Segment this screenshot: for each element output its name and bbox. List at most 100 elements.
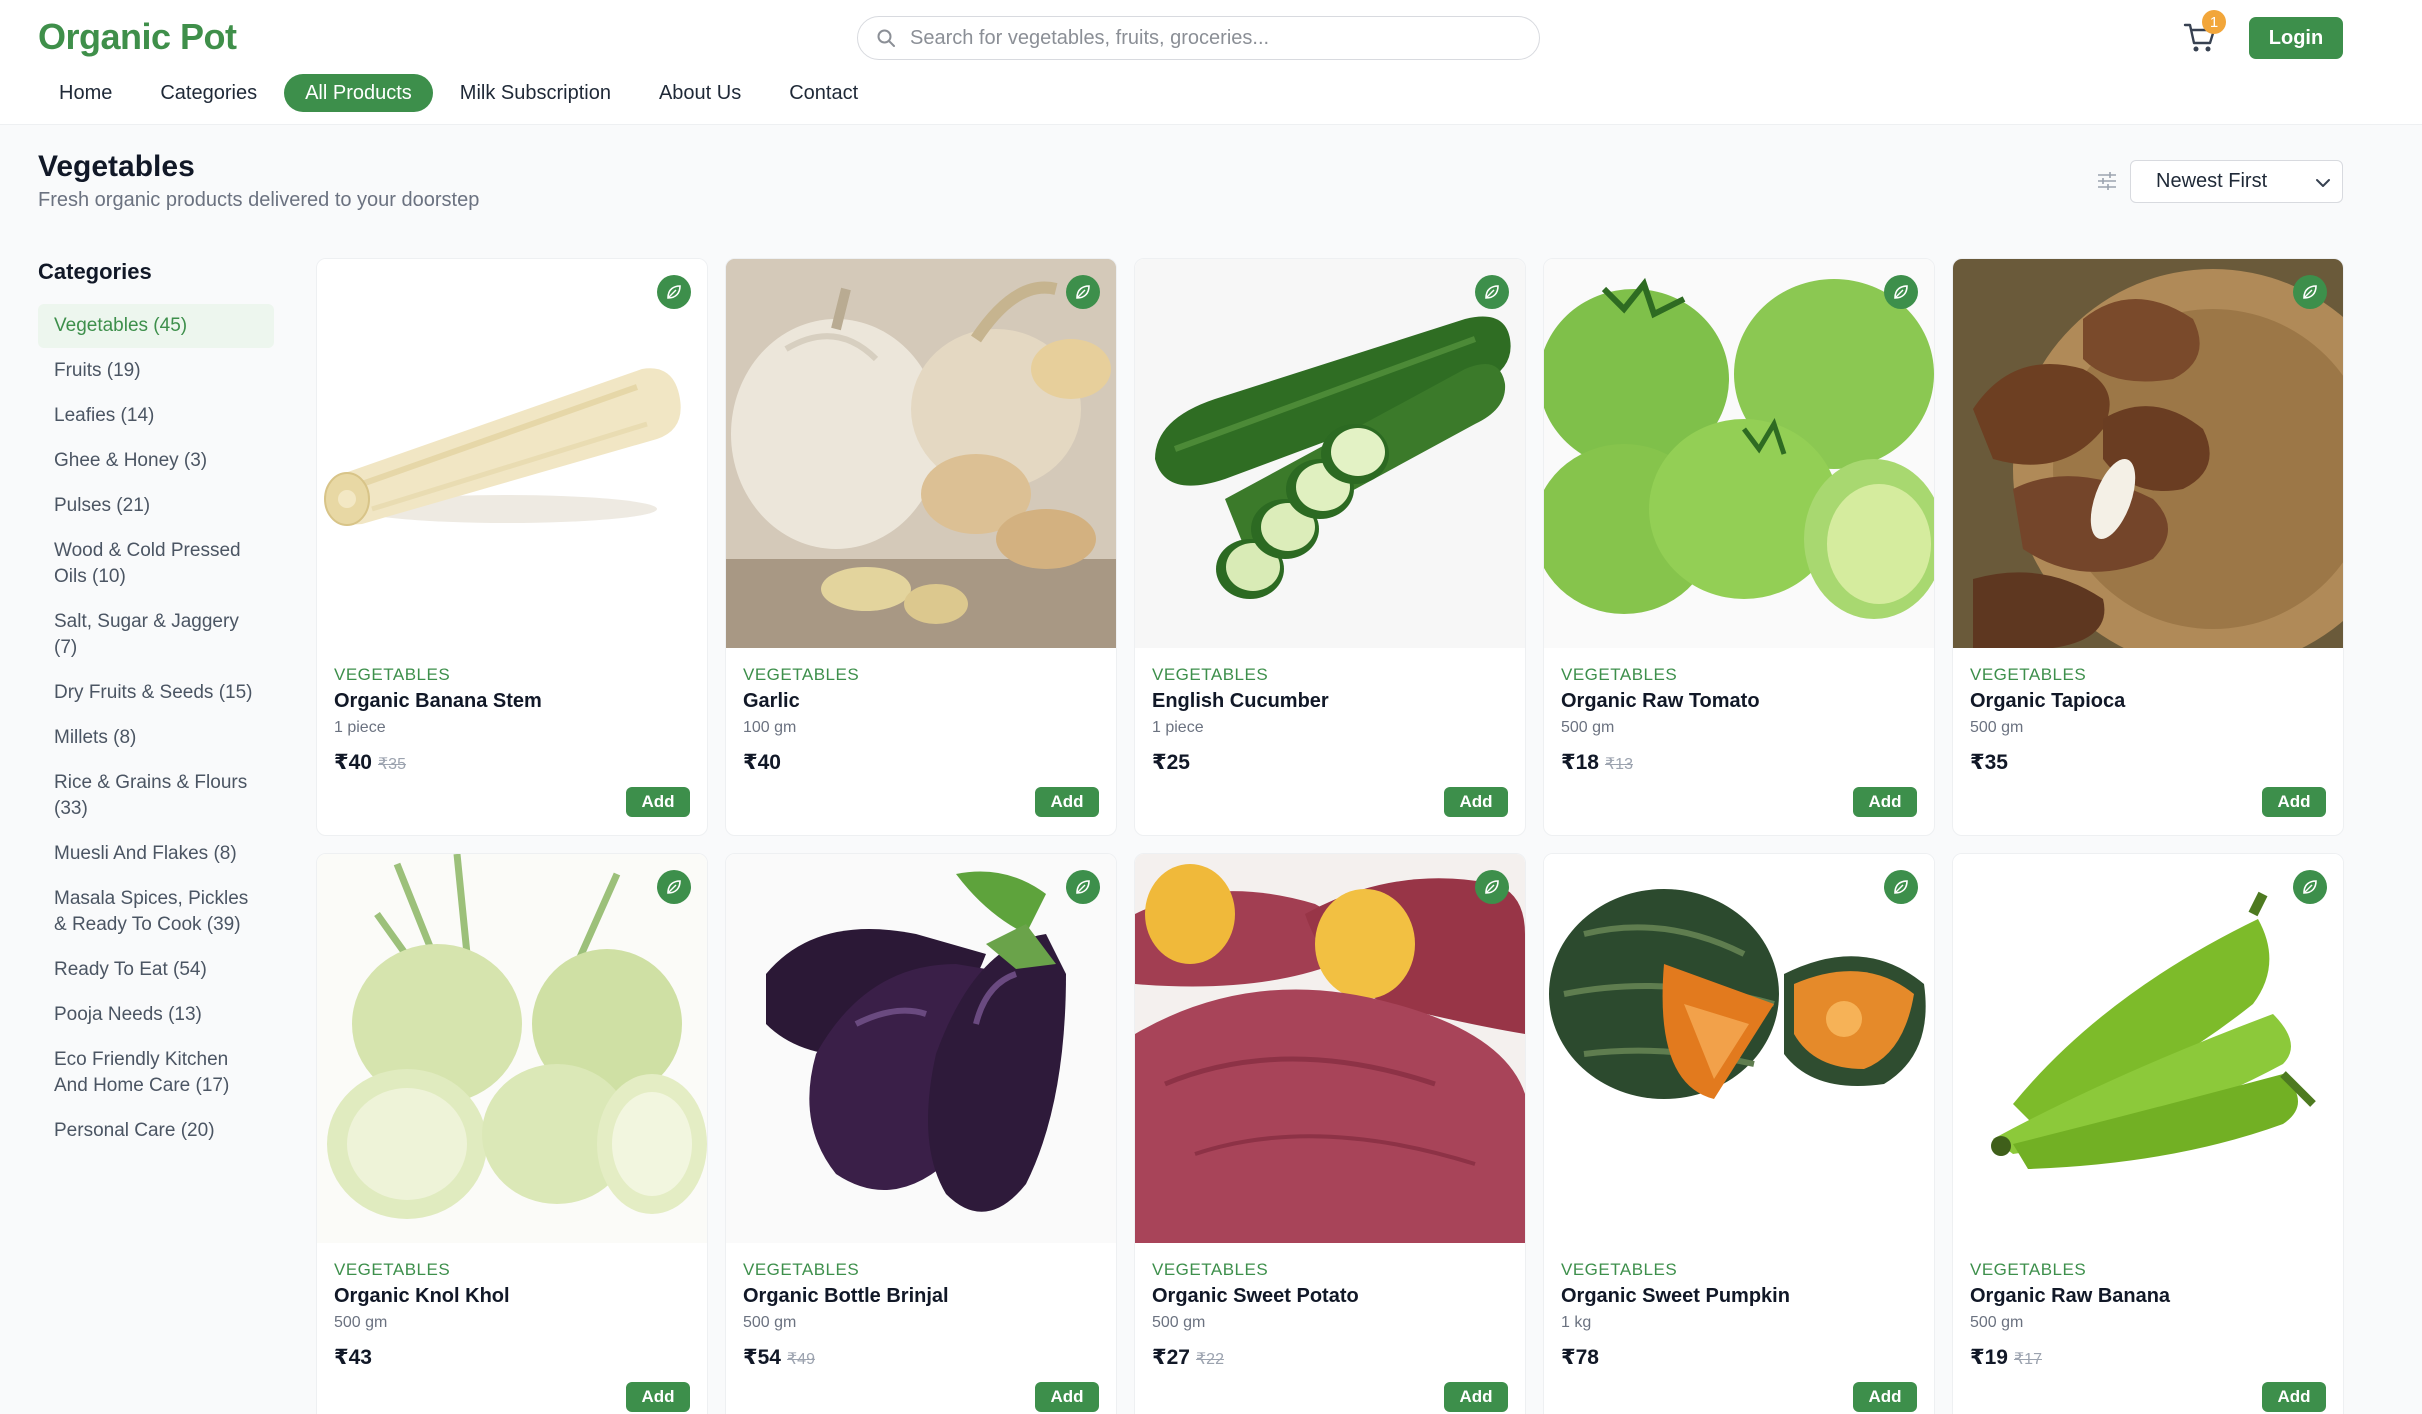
product-category: VEGETABLES [743, 665, 860, 684]
product-card[interactable]: VEGETABLES Organic Banana Stem 1 piece ₹… [316, 258, 708, 836]
sale-price: ₹43 [334, 1346, 372, 1369]
product-name[interactable]: Organic Banana Stem [334, 690, 542, 713]
category-item[interactable]: Salt, Sugar & Jaggery (7) [38, 600, 274, 670]
add-to-cart-button[interactable]: Add [2262, 1382, 2326, 1412]
category-item[interactable]: Personal Care (20) [38, 1109, 274, 1153]
category-item[interactable]: Dry Fruits & Seeds (15) [38, 671, 274, 715]
product-name[interactable]: Organic Raw Tomato [1561, 690, 1760, 713]
product-category: VEGETABLES [334, 665, 451, 684]
category-item[interactable]: Vegetables (45) [38, 304, 274, 348]
organic-leaf-icon [657, 275, 691, 309]
product-price: ₹78 [1561, 1345, 1605, 1370]
product-price: ₹19 ₹17 [1970, 1345, 2042, 1370]
product-image-tapioca[interactable] [1953, 259, 2343, 648]
main-nav: Home Categories All Products Milk Subscr… [38, 74, 885, 112]
logo[interactable]: Organic Pot [38, 16, 237, 58]
category-item[interactable]: Pulses (21) [38, 484, 274, 528]
product-card[interactable]: VEGETABLES Organic Bottle Brinjal 500 gm… [725, 853, 1117, 1414]
category-item[interactable]: Pooja Needs (13) [38, 993, 274, 1037]
add-to-cart-button[interactable]: Add [1444, 787, 1508, 817]
sale-price: ₹18 [1561, 751, 1599, 774]
category-item[interactable]: Muesli And Flakes (8) [38, 832, 274, 876]
product-card[interactable]: VEGETABLES Organic Tapioca 500 gm ₹35 Ad… [1952, 258, 2344, 836]
login-button[interactable]: Login [2249, 17, 2343, 59]
category-item[interactable]: Ready To Eat (54) [38, 948, 274, 992]
original-price: ₹22 [1195, 1351, 1224, 1368]
product-name[interactable]: Organic Sweet Potato [1152, 1285, 1359, 1308]
product-name[interactable]: English Cucumber [1152, 690, 1329, 713]
organic-leaf-icon [1884, 870, 1918, 904]
search-input[interactable] [910, 26, 1510, 50]
add-to-cart-button[interactable]: Add [1444, 1382, 1508, 1412]
nav-home[interactable]: Home [38, 74, 133, 112]
product-price: ₹35 [1970, 750, 2014, 775]
add-to-cart-button[interactable]: Add [1035, 787, 1099, 817]
add-to-cart-button[interactable]: Add [1853, 787, 1917, 817]
product-card[interactable]: VEGETABLES Garlic 100 gm ₹40 Add [725, 258, 1117, 836]
product-category: VEGETABLES [1970, 1260, 2087, 1279]
product-category: VEGETABLES [334, 1260, 451, 1279]
nav-milk-subscription[interactable]: Milk Subscription [439, 74, 632, 112]
nav-about-us[interactable]: About Us [638, 74, 762, 112]
product-price: ₹40 [743, 750, 787, 775]
add-to-cart-button[interactable]: Add [626, 787, 690, 817]
category-item[interactable]: Fruits (19) [38, 349, 274, 393]
product-name[interactable]: Organic Knol Khol [334, 1285, 510, 1308]
category-item[interactable]: Ghee & Honey (3) [38, 439, 274, 483]
product-quantity: 1 piece [1152, 719, 1204, 736]
product-name[interactable]: Garlic [743, 690, 800, 713]
product-image-raw-tomato[interactable] [1544, 259, 1934, 648]
product-card[interactable]: VEGETABLES Organic Sweet Potato 500 gm ₹… [1134, 853, 1526, 1414]
organic-leaf-icon [1475, 275, 1509, 309]
product-image-pumpkin[interactable] [1544, 854, 1934, 1243]
add-to-cart-button[interactable]: Add [1853, 1382, 1917, 1412]
product-card[interactable]: VEGETABLES Organic Knol Khol 500 gm ₹43 … [316, 853, 708, 1414]
search-bar[interactable] [857, 16, 1540, 60]
product-category: VEGETABLES [1152, 665, 1269, 684]
sale-price: ₹40 [334, 751, 372, 774]
product-image-cucumber[interactable] [1135, 259, 1525, 648]
product-image-raw-banana[interactable] [1953, 854, 2343, 1243]
product-price: ₹43 [334, 1345, 378, 1370]
organic-leaf-icon [1884, 275, 1918, 309]
product-card[interactable]: VEGETABLES English Cucumber 1 piece ₹25 … [1134, 258, 1526, 836]
category-item[interactable]: Masala Spices, Pickles & Ready To Cook (… [38, 877, 274, 947]
product-grid: VEGETABLES Organic Banana Stem 1 piece ₹… [316, 258, 2344, 1414]
product-card[interactable]: VEGETABLES Organic Raw Tomato 500 gm ₹18… [1543, 258, 1935, 836]
organic-leaf-icon [1066, 870, 1100, 904]
nav-all-products[interactable]: All Products [284, 74, 433, 112]
sale-price: ₹35 [1970, 751, 2008, 774]
cart-button[interactable]: 1 [2180, 10, 2226, 58]
sort-select[interactable]: Newest First [2130, 160, 2343, 203]
product-name[interactable]: Organic Sweet Pumpkin [1561, 1285, 1790, 1308]
product-name[interactable]: Organic Tapioca [1970, 690, 2125, 713]
chevron-down-icon [2316, 179, 2330, 187]
product-image-sweet-potato[interactable] [1135, 854, 1525, 1243]
product-image-banana-stem[interactable] [317, 259, 707, 648]
add-to-cart-button[interactable]: Add [1035, 1382, 1099, 1412]
add-to-cart-button[interactable]: Add [2262, 787, 2326, 817]
product-quantity: 500 gm [334, 1314, 388, 1331]
original-price: ₹17 [2013, 1351, 2042, 1368]
category-item[interactable]: Millets (8) [38, 716, 274, 760]
product-card[interactable]: VEGETABLES Organic Sweet Pumpkin 1 kg ₹7… [1543, 853, 1935, 1414]
product-image-knol-khol[interactable] [317, 854, 707, 1243]
organic-leaf-icon [657, 870, 691, 904]
filter-icon[interactable] [2096, 170, 2118, 192]
sale-price: ₹27 [1152, 1346, 1190, 1369]
product-name[interactable]: Organic Raw Banana [1970, 1285, 2170, 1308]
category-item[interactable]: Rice & Grains & Flours (33) [38, 761, 274, 831]
category-item[interactable]: Eco Friendly Kitchen And Home Care (17) [38, 1038, 274, 1108]
add-to-cart-button[interactable]: Add [626, 1382, 690, 1412]
product-card[interactable]: VEGETABLES Organic Raw Banana 500 gm ₹19… [1952, 853, 2344, 1414]
product-quantity: 500 gm [1152, 1314, 1206, 1331]
product-name[interactable]: Organic Bottle Brinjal [743, 1285, 949, 1308]
category-item[interactable]: Leafies (14) [38, 394, 274, 438]
nav-contact[interactable]: Contact [768, 74, 879, 112]
product-image-brinjal[interactable] [726, 854, 1116, 1243]
nav-categories[interactable]: Categories [139, 74, 278, 112]
product-quantity: 1 piece [334, 719, 386, 736]
category-item[interactable]: Wood & Cold Pressed Oils (10) [38, 529, 274, 599]
product-category: VEGETABLES [743, 1260, 860, 1279]
product-image-garlic[interactable] [726, 259, 1116, 648]
